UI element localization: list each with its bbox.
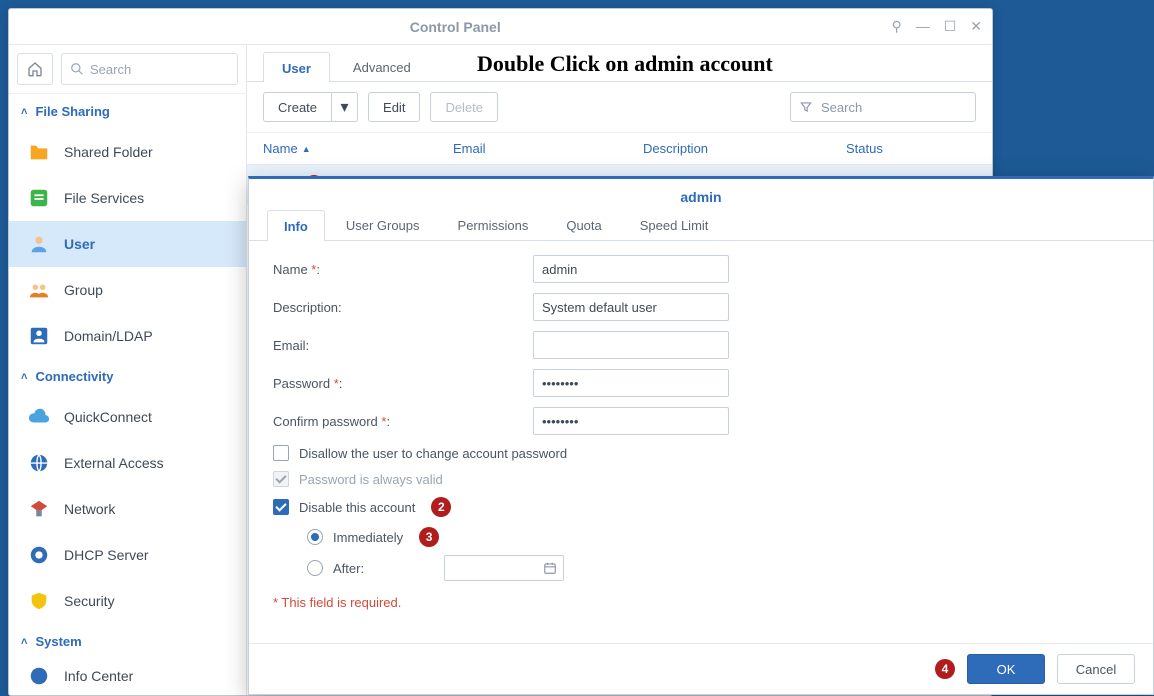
radio-after[interactable] [307,560,323,576]
close-icon[interactable]: ✕ [970,18,982,35]
create-dropdown-caret[interactable]: ▾ [332,92,358,122]
chevron-up-icon: ˄ [21,106,27,118]
home-button[interactable] [17,53,53,85]
tab-permissions[interactable]: Permissions [441,209,546,240]
name-label: Name *: [273,262,533,277]
sidebar-item-domain-ldap[interactable]: Domain/LDAP [9,313,246,359]
radio-after-label: After: [333,561,364,576]
pin-icon[interactable]: ⚲ [891,18,901,35]
window-title: Control Panel [410,19,501,35]
maximize-icon[interactable]: ☐ [944,18,957,35]
radio-immediately-label: Immediately [333,530,403,545]
sidebar-item-external-access[interactable]: External Access [9,440,246,486]
sidebar-item-file-services[interactable]: File Services [9,175,246,221]
tab-advanced[interactable]: Advanced [334,51,430,81]
email-label: Email: [273,338,533,353]
main-tabs: User Advanced [247,45,992,82]
name-field[interactable] [533,255,729,283]
sidebar-item-shared-folder[interactable]: Shared Folder [9,129,246,175]
dhcp-icon [28,544,50,566]
toolbar: Create ▾ Edit Delete Search [247,82,992,133]
sidebar-item-info-center[interactable]: Info Center [9,659,246,687]
radio-immediately[interactable] [307,529,323,545]
tab-user[interactable]: User [263,52,330,82]
col-description[interactable]: Description [643,141,846,156]
group-file-sharing[interactable]: ˄ File Sharing [9,94,246,129]
edit-button[interactable]: Edit [368,92,420,122]
col-name[interactable]: Name▲ [263,141,453,156]
minimize-icon[interactable]: — [916,18,930,35]
sidebar: Search ˄ File Sharing Shared Folder File… [9,45,247,695]
delete-button: Delete [430,92,498,122]
dialog-tabs: Info User Groups Permissions Quota Speed… [249,209,1153,241]
globe-icon [28,452,50,474]
pw-always-valid-checkbox [273,471,289,487]
tab-speed-limit[interactable]: Speed Limit [623,209,726,240]
group-connectivity[interactable]: ˄ Connectivity [9,359,246,394]
annotation-2: 2 [431,497,451,517]
shield-icon [28,590,50,612]
password-label: Password *: [273,376,533,391]
network-icon [28,498,50,520]
annotation-4: 4 [935,659,955,679]
group-system[interactable]: ˄ System [9,624,246,659]
description-field[interactable] [533,293,729,321]
col-status[interactable]: Status [846,141,976,156]
table-header: Name▲ Email Description Status [247,133,992,165]
sidebar-item-security[interactable]: Security [9,578,246,624]
cancel-button[interactable]: Cancel [1057,654,1135,684]
chevron-up-icon: ˄ [21,371,27,383]
create-button[interactable]: Create [263,92,332,122]
calendar-icon [543,561,557,575]
annotation-3: 3 [419,527,439,547]
cloud-icon [28,406,50,428]
sidebar-item-quickconnect[interactable]: QuickConnect [9,394,246,440]
user-icon [28,233,50,255]
after-date-field[interactable] [444,555,564,581]
folder-icon [28,141,50,163]
ok-button[interactable]: OK [967,654,1045,684]
title-bar: Control Panel ⚲ — ☐ ✕ [9,9,992,45]
disallow-change-checkbox[interactable] [273,445,289,461]
sidebar-search-input[interactable]: Search [61,53,238,85]
chevron-up-icon: ˄ [21,636,27,648]
domain-ldap-icon [28,325,50,347]
tab-user-groups[interactable]: User Groups [329,209,437,240]
sidebar-item-user[interactable]: User [9,221,246,267]
disallow-change-label: Disallow the user to change account pass… [299,446,567,461]
email-field[interactable] [533,331,729,359]
user-edit-dialog: admin Info User Groups Permissions Quota… [248,176,1154,695]
confirm-password-label: Confirm password *: [273,414,533,429]
group-icon [28,279,50,301]
pw-always-valid-label: Password is always valid [299,472,443,487]
filter-icon [799,100,813,114]
toolbar-search-placeholder: Search [821,100,862,115]
toolbar-search-input[interactable]: Search [790,92,976,122]
disable-account-checkbox[interactable] [273,499,289,515]
sidebar-item-dhcp-server[interactable]: DHCP Server [9,532,246,578]
info-icon [28,665,50,687]
tab-info[interactable]: Info [267,210,325,241]
confirm-password-field[interactable] [533,407,729,435]
description-label: Description: [273,300,533,315]
required-footnote: * This field is required. [273,595,1129,610]
sort-asc-icon: ▲ [302,144,311,154]
dialog-title: admin [249,179,1153,209]
password-field[interactable] [533,369,729,397]
file-services-icon [28,187,50,209]
sidebar-item-group[interactable]: Group [9,267,246,313]
disable-account-label: Disable this account [299,500,415,515]
sidebar-item-network[interactable]: Network [9,486,246,532]
tab-quota[interactable]: Quota [549,209,618,240]
sidebar-search-placeholder: Search [90,62,131,77]
col-email[interactable]: Email [453,141,643,156]
